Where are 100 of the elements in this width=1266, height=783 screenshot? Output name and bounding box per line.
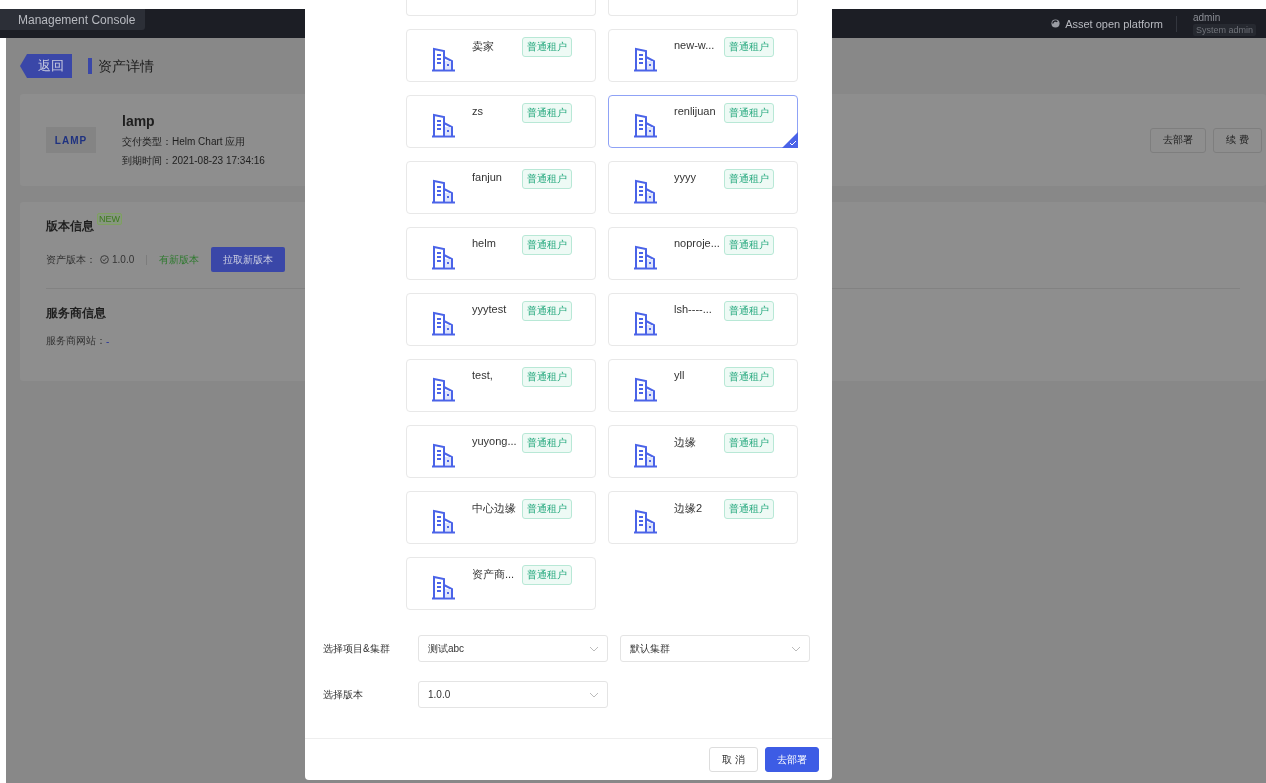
tenant-tag: 普通租户 — [724, 37, 774, 57]
tenant-name: fanjun — [472, 171, 503, 183]
console-tab[interactable]: Management Console — [0, 9, 146, 30]
building-icon — [633, 508, 659, 534]
tenant-card[interactable]: 中心边缘 普通租户 — [406, 491, 596, 544]
tenant-card[interactable]: 边缘2 普通租户 — [608, 491, 798, 544]
tenant-name: yuyong... — [472, 435, 518, 447]
tenant-card[interactable]: zs 普通租户 — [406, 95, 596, 148]
tenant-name: lsh----... — [674, 303, 713, 315]
check-corner-icon — [782, 132, 798, 148]
tenant-name: 边缘 — [674, 435, 697, 450]
tenant-card[interactable]: 卖家 普通租户 — [406, 29, 596, 82]
tenant-tag: 普通租户 — [724, 169, 774, 189]
tenant-card[interactable]: noproje... 普通租户 — [608, 227, 798, 280]
tenant-tag: 普通租户 — [724, 433, 774, 453]
building-icon — [633, 310, 659, 336]
tenant-name: test, — [472, 369, 494, 381]
user-role: System admin — [1192, 23, 1256, 36]
tenant-card[interactable]: yll 普通租户 — [608, 359, 798, 412]
page-title: 资产详情 — [88, 58, 154, 74]
tenant-name: 边缘2 — [674, 501, 704, 516]
pull-version-button[interactable]: 拉取新版本 — [211, 247, 286, 272]
action-button[interactable]: 续 费 — [1213, 127, 1262, 153]
form-label: 选择项目&集群 — [323, 641, 391, 656]
tenant-card[interactable]: fanjun 普通租户 — [406, 161, 596, 214]
action-button[interactable]: 去部署 — [1150, 127, 1207, 153]
tenant-name: 中心边缘 — [472, 501, 517, 516]
building-icon — [633, 376, 659, 402]
asset-logo: LAMP — [46, 127, 96, 153]
platform-link[interactable]: Asset open platform — [1065, 17, 1163, 30]
tenant-name: noproje... — [674, 237, 721, 249]
chevron-down-icon — [589, 645, 599, 652]
asset-field: 到期时间：2021-08-23 17:34:16 — [122, 153, 265, 168]
tenant-tag: 普通租户 — [522, 103, 572, 123]
tenant-card[interactable]: test, 普通租户 — [406, 359, 596, 412]
building-icon — [633, 46, 659, 72]
tenant-tag: 普通租户 — [522, 565, 572, 585]
section-title: 服务商信息 — [46, 305, 106, 322]
asset-name: lamp — [122, 112, 156, 129]
building-icon — [633, 112, 659, 138]
tenant-tag: 普通租户 — [724, 235, 774, 255]
chevron-down-icon — [589, 691, 599, 698]
form-label: 选择版本 — [323, 687, 364, 702]
select-field[interactable]: 默认集群 — [620, 635, 810, 662]
building-icon — [431, 112, 457, 138]
tenant-tag: 普通租户 — [522, 499, 572, 519]
tenant-tag: 普通租户 — [724, 301, 774, 321]
building-icon — [633, 442, 659, 468]
building-icon — [431, 244, 457, 270]
tenant-card[interactable]: renlijuan 普通租户 — [608, 95, 798, 148]
tenant-tag: 普通租户 — [724, 103, 774, 123]
asset-field: 交付类型：Helm Chart 应用 — [122, 134, 265, 149]
building-icon — [431, 508, 457, 534]
tenant-tag: 普通租户 — [724, 499, 774, 519]
check-circle-icon — [100, 255, 109, 264]
building-icon — [431, 574, 457, 600]
tenant-tag: 普通租户 — [522, 433, 572, 453]
version-label: 资产版本： — [46, 252, 96, 267]
tenant-name: helm — [472, 237, 497, 249]
platform-icon — [1051, 19, 1061, 28]
tenant-tag: 普通租户 — [522, 301, 572, 321]
building-icon — [633, 244, 659, 270]
select-field[interactable]: 1.0.0 — [418, 681, 608, 708]
back-button[interactable]: 返回 — [20, 54, 72, 78]
chevron-down-icon — [791, 645, 801, 652]
select-field[interactable]: 测试abc — [418, 635, 608, 662]
tenant-card[interactable]: yuyong... 普通租户 — [406, 425, 596, 478]
tenant-card[interactable]: new-w... 普通租户 — [608, 29, 798, 82]
tenant-tag: 普通租户 — [522, 235, 572, 255]
building-icon — [431, 46, 457, 72]
tenant-card[interactable]: lsh----... 普通租户 — [608, 293, 798, 346]
building-icon — [633, 178, 659, 204]
tenant-name: 资产商... — [472, 567, 516, 582]
tenant-card[interactable]: 边缘 普通租户 — [608, 425, 798, 478]
tenant-card[interactable]: yyytest 普通租户 — [406, 293, 596, 346]
tenant-name: renlijuan — [674, 105, 717, 117]
tenant-tag: 普通租户 — [522, 37, 572, 57]
tenant-tag: 普通租户 — [522, 367, 572, 387]
tenant-name: yyytest — [472, 303, 508, 315]
tenant-tag: 普通租户 — [522, 169, 572, 189]
provider-label: 服务商网站： — [46, 334, 106, 348]
tenant-card[interactable]: yyyy 普通租户 — [608, 161, 798, 214]
tenant-name: yll — [674, 369, 686, 381]
tenant-name: 卖家 — [472, 39, 495, 54]
building-icon — [431, 376, 457, 402]
building-icon — [431, 178, 457, 204]
building-icon — [431, 310, 457, 336]
cancel-button[interactable]: 取 消 — [709, 747, 758, 772]
new-badge: NEW — [97, 213, 122, 225]
tenant-card[interactable]: helm 普通租户 — [406, 227, 596, 280]
new-version-status: 有新版本 — [159, 252, 200, 267]
tenant-name: zs — [472, 105, 484, 117]
tenant-card[interactable]: 资产商... 普通租户 — [406, 557, 596, 610]
tenant-tag: 普通租户 — [724, 367, 774, 387]
tenant-name: new-w... — [674, 39, 716, 51]
deploy-button[interactable]: 去部署 — [765, 747, 819, 772]
tenant-name: yyyy — [674, 171, 697, 183]
section-title: 版本信息 — [46, 218, 94, 235]
building-icon — [431, 442, 457, 468]
user-name: admin — [1192, 11, 1221, 23]
